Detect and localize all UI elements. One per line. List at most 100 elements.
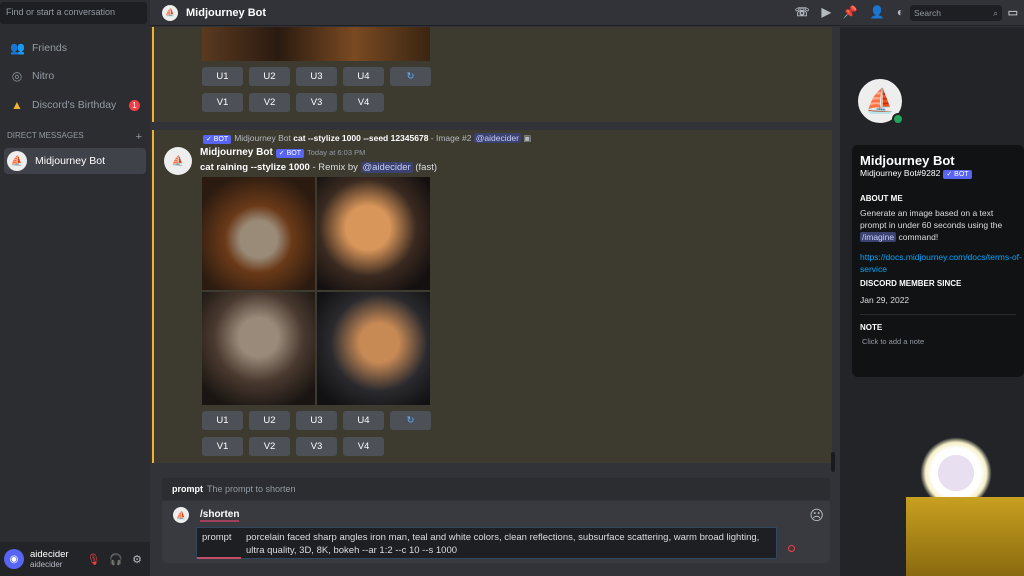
mic-muted-icon[interactable]: 🎙 xyxy=(86,553,100,566)
friends-icon: 👥 xyxy=(10,41,25,55)
author-name[interactable]: Midjourney Bot xyxy=(200,147,273,158)
video-icon[interactable]: ▶ xyxy=(822,5,831,19)
note-heading: NOTE xyxy=(860,323,883,332)
hint-description: The prompt to shorten xyxy=(207,484,296,494)
about-text-1: Generate an image based on a text prompt… xyxy=(860,208,1003,230)
call-icon[interactable]: ☏ xyxy=(795,5,810,19)
reply-mention[interactable]: @aidecider xyxy=(473,133,521,143)
member-since-heading: DISCORD MEMBER SINCE xyxy=(860,279,962,288)
image-icon: ▣ xyxy=(523,133,532,143)
message-content: cat raining --stylize 1000 - Remix by @a… xyxy=(200,162,437,173)
cat-image-1 xyxy=(202,177,315,290)
add-dm-button[interactable]: + xyxy=(136,131,142,143)
variation-2-button[interactable]: V2 xyxy=(249,437,290,456)
variation-4-button[interactable]: V4 xyxy=(343,93,384,112)
dm-label: Midjourney Bot xyxy=(35,155,106,167)
error-indicator-icon xyxy=(788,545,795,552)
variation-3-button[interactable]: V3 xyxy=(296,437,337,456)
message-previous: U1 U2 U3 U4 ↻ V1 V2 V3 V4 xyxy=(152,27,832,122)
add-friend-icon[interactable]: 👤 xyxy=(870,5,885,19)
variation-3-button[interactable]: V3 xyxy=(296,93,337,112)
about-text-2: command! xyxy=(896,232,939,242)
label: Friends xyxy=(32,42,68,54)
image-grid[interactable] xyxy=(202,177,430,405)
reply-suffix: - Image #2 xyxy=(428,133,474,143)
imagine-command[interactable]: /imagine xyxy=(860,232,897,242)
message-input[interactable]: ⛵ /shorten prompt porcelain faced sharp … xyxy=(162,501,830,563)
search-input[interactable]: Search ⌕ xyxy=(910,5,1002,21)
variation-4-button[interactable]: V4 xyxy=(343,437,384,456)
sidebar-item-nitro[interactable]: ◎ Nitro xyxy=(4,64,146,88)
variation-2-button[interactable]: V2 xyxy=(249,93,290,112)
streamer-overlay-figure xyxy=(906,497,1024,576)
headphones-icon[interactable]: 🎧 xyxy=(109,553,123,566)
upscale-3-button[interactable]: U3 xyxy=(296,411,337,430)
prompt-text: cat raining --stylize 1000 xyxy=(200,162,310,173)
sidebar-item-friends[interactable]: 👥 Friends xyxy=(4,36,146,60)
inbox-icon[interactable]: ▭ xyxy=(1008,6,1018,19)
speed: (fast) xyxy=(412,162,437,173)
cake-icon: ▲ xyxy=(11,98,23,112)
profile-card: Midjourney Bot Midjourney Bot#9282 ✓ BOT … xyxy=(852,145,1024,377)
profile-panel: ⛵ Midjourney Bot Midjourney Bot#9282 ✓ BO… xyxy=(840,27,1024,576)
option-hint: prompt The prompt to shorten xyxy=(162,478,830,500)
bot-badge: ✓ BOT xyxy=(275,149,304,158)
pin-icon[interactable]: 📌 xyxy=(843,5,858,19)
remix-text: - Remix by xyxy=(309,162,361,173)
label: Discord's Birthday xyxy=(32,99,117,111)
sidebar: Find or start a conversation 👥 Friends ◎ N… xyxy=(0,0,150,576)
emoji-icon[interactable]: ☹ xyxy=(809,507,824,524)
message-main: ✓ BOT Midjourney Bot cat --stylize 1000 -… xyxy=(152,130,832,463)
upscale-2-button[interactable]: U2 xyxy=(249,67,290,86)
user-panel: ◉ aidecider aidecider 🎙 🎧 ⚙ xyxy=(0,542,150,576)
upscale-2-button[interactable]: U2 xyxy=(249,411,290,430)
notification-badge: 1 xyxy=(129,99,140,111)
search-icon: ⌕ xyxy=(993,8,998,18)
upscale-1-button[interactable]: U1 xyxy=(202,411,243,430)
about-heading: ABOUT ME xyxy=(860,194,903,203)
username: aidecider xyxy=(30,548,69,560)
dm-header-label: DIRECT MESSAGES xyxy=(7,131,84,140)
reroll-button[interactable]: ↻ xyxy=(390,67,431,86)
reply-prompt: cat --stylize 1000 --seed 12345678 xyxy=(293,133,429,143)
cat-image-2 xyxy=(317,177,430,290)
sidebar-item-birthday[interactable]: ▲ Discord's Birthday 1 xyxy=(4,93,146,117)
user-status: aidecider xyxy=(30,559,63,569)
search-placeholder: Search xyxy=(914,8,941,18)
profile-icon[interactable]: ◐ xyxy=(897,5,904,19)
nitro-icon: ◎ xyxy=(11,69,23,83)
variation-1-button[interactable]: V1 xyxy=(202,93,243,112)
mention[interactable]: @aidecider xyxy=(360,162,413,173)
profile-avatar: ⛵ xyxy=(854,75,906,127)
upscale-4-button[interactable]: U4 xyxy=(343,411,384,430)
label: Nitro xyxy=(32,70,55,82)
option-label: prompt xyxy=(197,528,241,559)
upscale-3-button[interactable]: U3 xyxy=(296,67,337,86)
prompt-option-field[interactable]: prompt porcelain faced sharp angles iron… xyxy=(196,527,777,559)
scrollbar[interactable] xyxy=(831,452,835,472)
online-status-icon xyxy=(892,113,904,125)
reply-author: Midjourney Bot xyxy=(234,133,291,143)
timestamp: Today at 6:03 PM xyxy=(306,148,366,157)
gear-icon[interactable]: ⚙ xyxy=(132,553,142,566)
message-header: Midjourney Bot ✓ BOT Today at 6:03 PM xyxy=(200,147,365,158)
user-avatar[interactable]: ◉ xyxy=(4,549,24,569)
variation-1-button[interactable]: V1 xyxy=(202,437,243,456)
dm-item-midjourney-bot[interactable]: ⛵ Midjourney Bot xyxy=(4,148,146,174)
dm-header: DIRECT MESSAGES + xyxy=(7,131,142,143)
upscale-4-button[interactable]: U4 xyxy=(343,67,384,86)
upscale-1-button[interactable]: U1 xyxy=(202,67,243,86)
bot-avatar: ⛵ xyxy=(162,4,178,21)
find-conversation-input[interactable]: Find or start a conversation xyxy=(0,2,147,24)
terms-link[interactable]: https://docs.midjourney.com/docs/terms-o… xyxy=(860,251,1024,275)
cat-image-4 xyxy=(317,292,430,405)
note-input[interactable]: Click to add a note xyxy=(862,336,1016,348)
reroll-button[interactable]: ↻ xyxy=(390,411,431,430)
profile-tag: Midjourney Bot#9282 xyxy=(860,168,941,178)
member-since-date: Jan 29, 2022 xyxy=(860,295,910,305)
reply-reference[interactable]: ✓ BOT Midjourney Bot cat --stylize 1000 -… xyxy=(200,133,531,144)
prompt-value[interactable]: porcelain faced sharp angles iron man, t… xyxy=(246,531,771,557)
previous-image-grid[interactable] xyxy=(202,27,430,61)
slash-command[interactable]: /shorten xyxy=(200,509,240,522)
bot-avatar[interactable]: ⛵ xyxy=(164,147,192,175)
